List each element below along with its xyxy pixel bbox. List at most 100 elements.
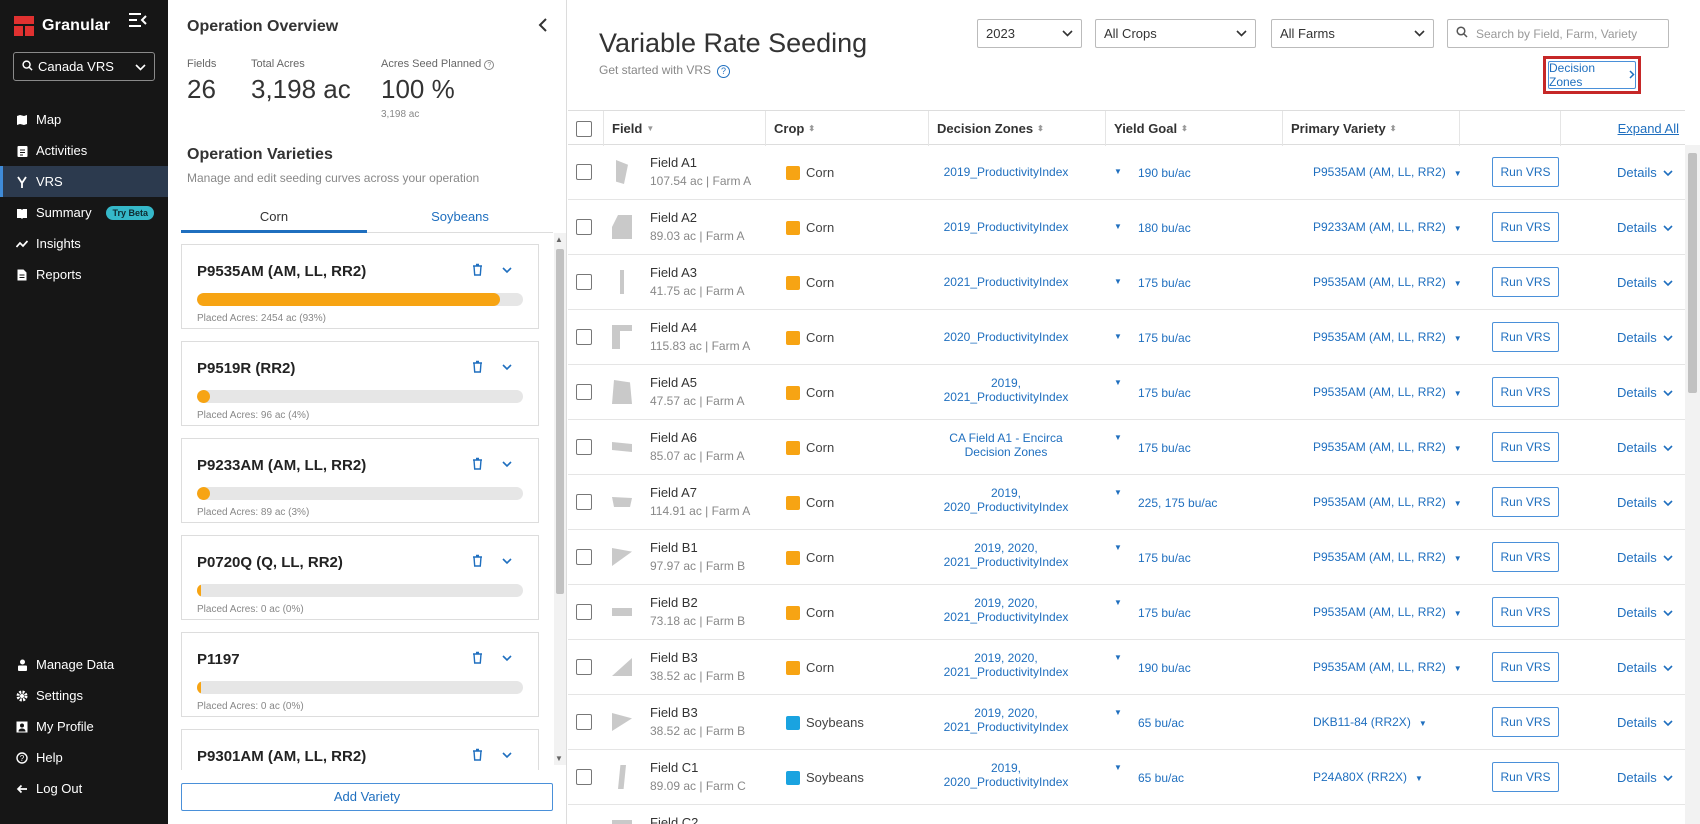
variety-card[interactable]: P1197 Placed Acres: 0 ac (0%) — [181, 632, 539, 717]
scroll-thumb[interactable] — [1688, 153, 1697, 393]
primary-variety-dropdown[interactable]: P9535AM (AM, LL, RR2) ▼ — [1313, 440, 1462, 454]
nav-item-help[interactable]: ? Help — [0, 742, 168, 773]
tab-soybeans[interactable]: Soybeans — [367, 205, 553, 233]
details-toggle[interactable]: Details — [1617, 715, 1673, 730]
nav-item-settings[interactable]: Settings — [0, 680, 168, 711]
farms-select[interactable]: All Farms — [1271, 19, 1434, 48]
row-checkbox[interactable] — [576, 384, 592, 400]
yield-goal[interactable]: 180 bu/ac — [1138, 221, 1191, 235]
field-name[interactable]: Field A2 — [650, 210, 697, 225]
variety-card[interactable]: P9519R (RR2) Placed Acres: 96 ac (4%) — [181, 341, 539, 426]
trash-icon[interactable] — [472, 554, 483, 570]
select-all-checkbox[interactable] — [576, 120, 592, 137]
trash-icon[interactable] — [472, 748, 483, 764]
details-toggle[interactable]: Details — [1617, 550, 1673, 565]
variety-card[interactable]: P9535AM (AM, LL, RR2) Placed Acres: 2454 … — [181, 244, 539, 329]
tab-corn[interactable]: Corn — [181, 205, 367, 233]
field-name[interactable]: Field A5 — [650, 375, 697, 390]
nav-item-manage-data[interactable]: Manage Data — [0, 649, 168, 680]
yield-goal[interactable]: 175 bu/ac — [1138, 276, 1191, 290]
decision-zones-dropdown[interactable]: 2019, 2020, 2021_ProductivityIndex — [928, 651, 1084, 679]
primary-variety-dropdown[interactable]: P9535AM (AM, LL, RR2) ▼ — [1313, 165, 1462, 179]
row-checkbox[interactable] — [576, 494, 592, 510]
run-vrs-button[interactable]: Run VRS — [1492, 267, 1559, 297]
yield-goal[interactable]: 175 bu/ac — [1138, 441, 1191, 455]
decision-zones-dropdown[interactable]: CA Field A1 - Encirca Decision Zones — [928, 431, 1084, 459]
primary-variety-dropdown[interactable]: P9535AM (AM, LL, RR2) ▼ — [1313, 605, 1462, 619]
scroll-up-icon[interactable]: ▲ — [555, 235, 563, 244]
variety-list-scrollbar[interactable]: ▲ ▼ — [554, 233, 566, 765]
details-toggle[interactable]: Details — [1617, 165, 1673, 180]
field-name[interactable]: Field B3 — [650, 650, 698, 665]
column-field[interactable]: Field ▼ — [603, 111, 765, 146]
field-name[interactable]: Field C1 — [650, 760, 698, 775]
table-scrollbar[interactable] — [1685, 145, 1700, 824]
nav-item-activities[interactable]: Activities — [0, 135, 168, 166]
trash-icon[interactable] — [472, 360, 483, 376]
collapse-menu-icon[interactable] — [128, 12, 150, 32]
decision-zones-button[interactable]: Decision Zones — [1548, 61, 1636, 89]
caret-down-icon[interactable]: ▼ — [1114, 598, 1122, 607]
caret-down-icon[interactable]: ▼ — [1114, 653, 1122, 662]
chevron-down-icon[interactable] — [502, 747, 512, 762]
details-toggle[interactable]: Details — [1617, 495, 1673, 510]
details-toggle[interactable]: Details — [1617, 770, 1673, 785]
caret-down-icon[interactable]: ▼ — [1114, 378, 1122, 387]
column-crop[interactable]: Crop ⬍ — [765, 111, 928, 146]
details-toggle[interactable]: Details — [1617, 605, 1673, 620]
crops-select[interactable]: All Crops — [1095, 19, 1256, 48]
row-checkbox[interactable] — [576, 329, 592, 345]
chevron-down-icon[interactable] — [502, 359, 512, 374]
caret-down-icon[interactable]: ▼ — [1114, 543, 1122, 552]
decision-zones-dropdown[interactable]: 2020_ProductivityIndex — [928, 330, 1084, 344]
run-vrs-button[interactable]: Run VRS — [1492, 652, 1559, 682]
row-checkbox[interactable] — [576, 549, 592, 565]
column-decision-zones[interactable]: Decision Zones ⬍ — [928, 111, 1105, 146]
caret-down-icon[interactable]: ▼ — [1114, 433, 1122, 442]
details-toggle[interactable]: Details — [1617, 440, 1673, 455]
decision-zones-dropdown[interactable]: 2019_ProductivityIndex — [928, 220, 1084, 234]
decision-zones-dropdown[interactable]: 2019, 2020, 2021_ProductivityIndex — [928, 596, 1084, 624]
run-vrs-button[interactable]: Run VRS — [1492, 212, 1559, 242]
yield-goal[interactable]: 225, 175 bu/ac — [1138, 496, 1217, 510]
primary-variety-dropdown[interactable]: P24A80X (RR2X) ▼ — [1313, 770, 1423, 784]
scroll-down-icon[interactable]: ▼ — [555, 754, 563, 763]
year-select[interactable]: 2023 — [977, 19, 1082, 48]
nav-item-map[interactable]: Map — [0, 104, 168, 135]
details-toggle[interactable]: Details — [1617, 275, 1673, 290]
details-toggle[interactable]: Details — [1617, 220, 1673, 235]
details-toggle[interactable]: Details — [1617, 660, 1673, 675]
run-vrs-button[interactable]: Run VRS — [1492, 707, 1559, 737]
nav-item-insights[interactable]: Insights — [0, 228, 168, 259]
primary-variety-dropdown[interactable]: P9535AM (AM, LL, RR2) ▼ — [1313, 550, 1462, 564]
caret-down-icon[interactable]: ▼ — [1114, 222, 1122, 231]
organization-select[interactable]: Canada VRS — [13, 52, 155, 81]
decision-zones-dropdown[interactable]: 2021_ProductivityIndex — [928, 275, 1084, 289]
field-name[interactable]: Field A6 — [650, 430, 697, 445]
info-icon[interactable]: ? — [484, 60, 495, 70]
details-toggle[interactable]: Details — [1617, 385, 1673, 400]
yield-goal[interactable]: 175 bu/ac — [1138, 386, 1191, 400]
nav-item-summary[interactable]: Summary Try Beta — [0, 197, 168, 228]
collapse-panel-icon[interactable] — [538, 16, 548, 37]
caret-down-icon[interactable]: ▼ — [1114, 167, 1122, 176]
primary-variety-dropdown[interactable]: P9535AM (AM, LL, RR2) ▼ — [1313, 330, 1462, 344]
variety-card[interactable]: P9301AM (AM, LL, RR2) — [181, 729, 539, 770]
caret-down-icon[interactable]: ▼ — [1114, 763, 1122, 772]
row-checkbox[interactable] — [576, 604, 592, 620]
yield-goal[interactable]: 65 bu/ac — [1138, 716, 1184, 730]
help-circle-icon[interactable]: ? — [717, 65, 731, 78]
decision-zones-dropdown[interactable]: 2019_ProductivityIndex — [928, 165, 1084, 179]
field-name[interactable]: Field B3 — [650, 705, 698, 720]
scroll-thumb[interactable] — [556, 249, 564, 594]
field-name[interactable]: Field B1 — [650, 540, 698, 555]
run-vrs-button[interactable]: Run VRS — [1492, 542, 1559, 572]
run-vrs-button[interactable]: Run VRS — [1492, 597, 1559, 627]
field-name[interactable]: Field A4 — [650, 320, 697, 335]
nav-item-log-out[interactable]: Log Out — [0, 773, 168, 804]
brand[interactable]: Granular — [14, 14, 110, 38]
primary-variety-dropdown[interactable]: P9535AM (AM, LL, RR2) ▼ — [1313, 495, 1462, 509]
trash-icon[interactable] — [472, 263, 483, 279]
trash-icon[interactable] — [472, 651, 483, 667]
nav-item-vrs[interactable]: VRS — [0, 166, 168, 197]
